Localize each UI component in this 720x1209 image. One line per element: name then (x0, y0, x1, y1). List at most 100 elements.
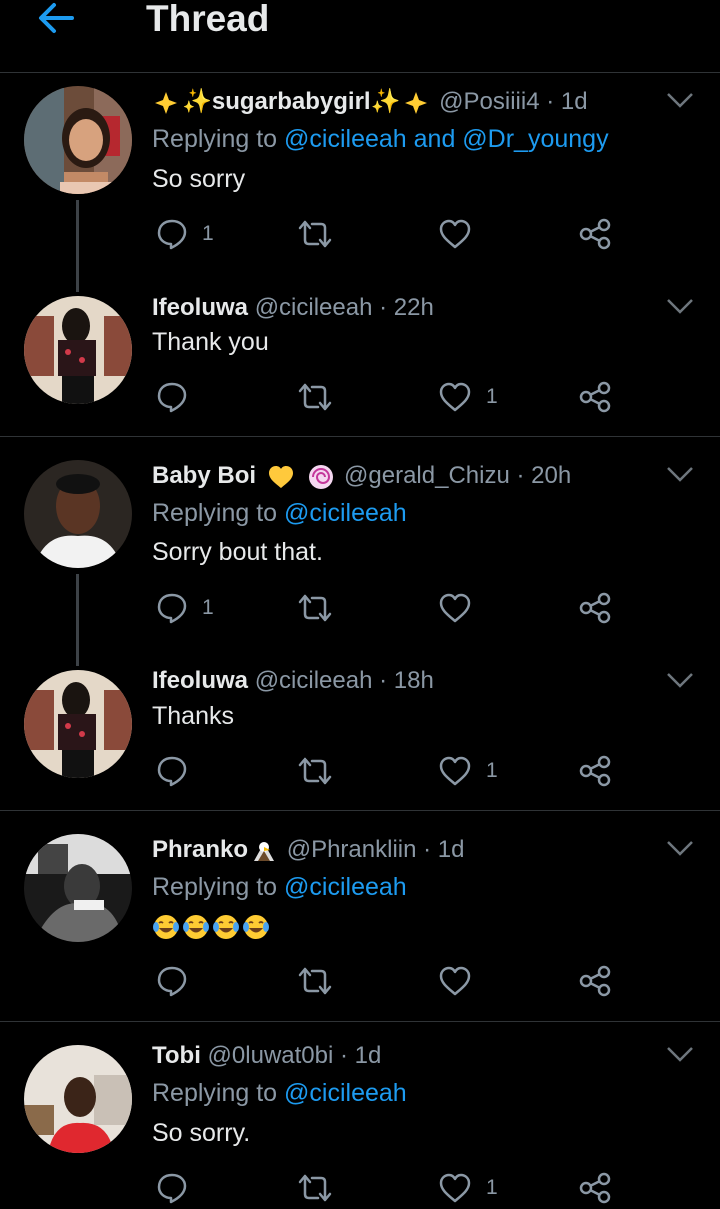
mention-link[interactable]: @cicileeah (284, 1079, 407, 1107)
like-button[interactable] (438, 217, 486, 251)
user-handle[interactable]: @cicileeah (255, 294, 373, 321)
replying-to: Replying to @cicileeah and @Dr_youngy (152, 125, 609, 153)
like-icon (439, 756, 471, 786)
share-icon (579, 218, 611, 250)
tweet-text: So sorry. (152, 1119, 251, 1147)
reply-button[interactable]: 1 (156, 591, 214, 625)
divider (0, 436, 720, 437)
avatar[interactable] (24, 460, 132, 568)
share-icon (579, 592, 611, 624)
avatar[interactable] (24, 296, 132, 404)
chevron-down-icon[interactable] (666, 298, 694, 316)
share-button[interactable] (578, 1171, 612, 1205)
sparkles-emoji-icon (155, 91, 177, 114)
share-button[interactable] (578, 754, 612, 788)
divider (0, 1021, 720, 1022)
avatar[interactable] (24, 670, 132, 778)
reply-count: 1 (202, 596, 214, 619)
avatar[interactable] (24, 1045, 132, 1153)
share-button[interactable] (578, 591, 612, 625)
tears-of-joy-emoji-icon (183, 915, 209, 940)
like-count: 1 (486, 385, 498, 408)
reply-button[interactable]: 1 (156, 217, 214, 251)
like-icon (439, 593, 471, 623)
reply-button[interactable] (156, 380, 202, 414)
chevron-down-icon[interactable] (666, 840, 694, 858)
like-count: 1 (486, 1176, 498, 1199)
retweet-button[interactable] (296, 591, 334, 625)
display-name[interactable]: Ifeoluwa (152, 667, 248, 694)
user-handle[interactable]: @Phrankliin (287, 836, 417, 863)
like-icon (439, 382, 471, 412)
display-name[interactable]: ✨sugarbabygirl✨ (182, 88, 400, 115)
mention-link[interactable]: @cicileeah (284, 499, 407, 527)
mention-link[interactable]: @cicileeah and @Dr_youngy (284, 125, 609, 153)
share-button[interactable] (578, 217, 612, 251)
chevron-down-icon[interactable] (666, 466, 694, 484)
like-button[interactable] (438, 591, 486, 625)
timestamp: · 18h (379, 667, 434, 694)
timestamp: · 20h (516, 462, 572, 489)
tweet-emoji-row (152, 910, 272, 942)
display-name[interactable]: Baby Boi (152, 462, 256, 489)
retweet-button[interactable] (296, 754, 334, 788)
display-name[interactable]: Phranko (152, 836, 248, 863)
tweet-header: ✨sugarbabygirl✨ @Posiiii4 · 1d (152, 87, 588, 117)
avatar[interactable] (24, 86, 132, 194)
tweet-text: Sorry bout that. (152, 538, 323, 566)
reply-icon (157, 219, 187, 250)
reply-button[interactable] (156, 964, 202, 998)
tweet-header: Tobi @0luwat0bi · 1d (152, 1041, 381, 1071)
reply-icon (157, 593, 187, 624)
share-icon (579, 755, 611, 787)
user-handle[interactable]: @cicileeah (255, 667, 373, 694)
tweet-text: So sorry (152, 165, 246, 193)
timestamp: · 1d (423, 836, 465, 863)
heart-emoji-icon (268, 465, 293, 488)
user-handle[interactable]: @gerald_Chizu (344, 462, 510, 489)
replying-to: Replying to @cicileeah (152, 873, 407, 901)
like-button[interactable]: 1 (438, 1171, 498, 1205)
app-header: Thread (0, 0, 720, 73)
reply-icon (157, 756, 187, 787)
tweet-header: Ifeoluwa @cicileeah · 18h (152, 666, 434, 696)
share-icon (579, 381, 611, 413)
like-button[interactable]: 1 (438, 754, 498, 788)
tweet-text: Thank you (152, 328, 269, 356)
like-button[interactable]: 1 (438, 380, 498, 414)
tears-of-joy-emoji-icon (243, 915, 269, 940)
tweet-text: Thanks (152, 702, 234, 730)
user-handle[interactable]: @Posiiii4 (439, 88, 539, 115)
like-count: 1 (486, 759, 498, 782)
retweet-icon (298, 757, 332, 785)
avatar[interactable] (24, 834, 132, 942)
chevron-down-icon[interactable] (666, 92, 694, 110)
share-button[interactable] (578, 380, 612, 414)
sparkles-emoji-icon (405, 91, 428, 114)
reply-button[interactable] (156, 1171, 202, 1205)
display-name[interactable]: Ifeoluwa (152, 294, 248, 321)
back-arrow-icon (39, 3, 74, 33)
display-name[interactable]: Tobi (152, 1042, 201, 1069)
divider (0, 810, 720, 811)
retweet-button[interactable] (296, 1171, 334, 1205)
timestamp: · 1d (546, 88, 588, 115)
retweet-icon (298, 220, 332, 248)
replying-to: Replying to @cicileeah (152, 1079, 407, 1107)
retweet-button[interactable] (296, 380, 334, 414)
back-button[interactable] (36, 0, 76, 36)
like-button[interactable] (438, 964, 486, 998)
timestamp: · 22h (379, 294, 434, 321)
reply-button[interactable] (156, 754, 202, 788)
mention-link[interactable]: @cicileeah (284, 873, 407, 901)
chevron-down-icon[interactable] (666, 672, 694, 690)
lollipop-emoji-icon (309, 464, 334, 489)
retweet-button[interactable] (296, 964, 334, 998)
like-icon (439, 966, 471, 996)
chevron-down-icon[interactable] (666, 1046, 694, 1064)
user-handle[interactable]: @0luwat0bi (208, 1042, 334, 1069)
retweet-button[interactable] (296, 217, 334, 251)
retweet-icon (298, 383, 332, 411)
thread-connector-line (76, 574, 79, 666)
share-button[interactable] (578, 964, 612, 998)
